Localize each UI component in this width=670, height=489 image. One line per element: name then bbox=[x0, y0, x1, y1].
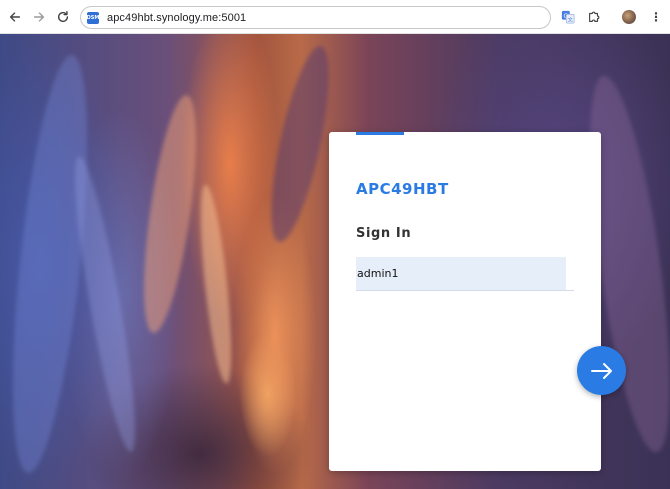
back-arrow-icon[interactable] bbox=[6, 8, 24, 26]
address-bar[interactable]: DSM apc49hbt.synology.me:5001 bbox=[80, 6, 551, 29]
browser-toolbar: DSM apc49hbt.synology.me:5001 G文 ⋮ bbox=[0, 0, 670, 34]
site-favicon: DSM bbox=[87, 11, 99, 24]
arrow-right-icon bbox=[590, 362, 612, 379]
url-text[interactable]: apc49hbt.synology.me:5001 bbox=[107, 12, 246, 24]
username-input[interactable] bbox=[356, 257, 566, 290]
translate-icon[interactable]: G文 bbox=[560, 9, 576, 25]
svg-text:文: 文 bbox=[568, 15, 574, 23]
card-accent-bar bbox=[356, 132, 404, 135]
reload-icon[interactable] bbox=[54, 8, 72, 26]
forward-arrow-icon[interactable] bbox=[30, 8, 48, 26]
next-button[interactable] bbox=[577, 346, 626, 395]
username-underline bbox=[356, 290, 574, 291]
login-card: APC49HBT Sign In bbox=[329, 132, 601, 471]
profile-avatar[interactable] bbox=[622, 10, 636, 24]
server-hostname: APC49HBT bbox=[356, 180, 449, 198]
extensions-puzzle-icon[interactable] bbox=[586, 9, 602, 25]
sign-in-heading: Sign In bbox=[356, 226, 412, 241]
kebab-menu-icon[interactable]: ⋮ bbox=[648, 9, 664, 25]
